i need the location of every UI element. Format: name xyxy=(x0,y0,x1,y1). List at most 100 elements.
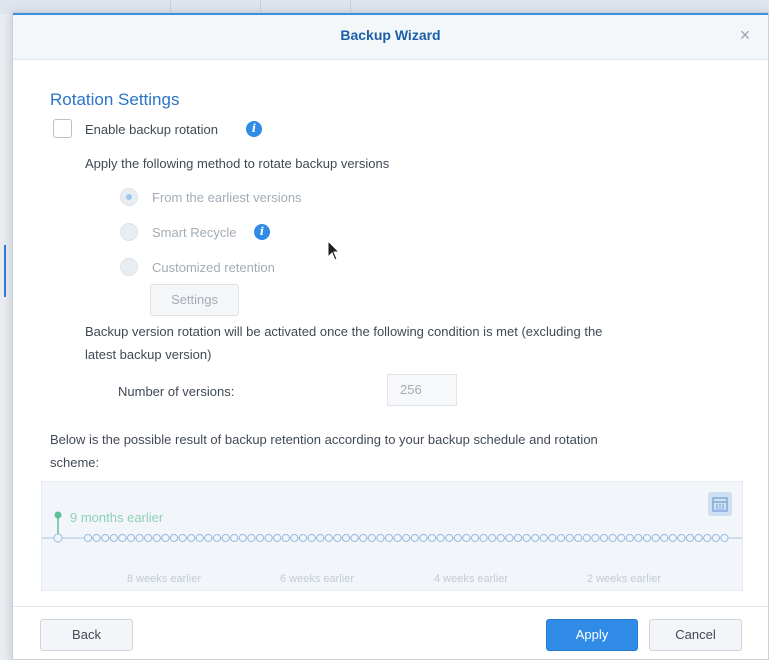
radio-customized-retention-label: Customized retention xyxy=(152,260,275,275)
timeline-tick-label: 4 weeks earlier xyxy=(434,573,508,585)
cancel-button[interactable]: Cancel xyxy=(649,619,742,651)
timeline-bead xyxy=(204,533,213,543)
timeline-bead xyxy=(711,533,720,543)
timeline-bead xyxy=(359,533,368,543)
close-icon[interactable]: × xyxy=(734,24,756,46)
retention-timeline: 9 months earlier 8 weeks earlier 6 weeks… xyxy=(41,481,743,591)
info-icon[interactable]: i xyxy=(254,224,270,240)
timeline-bead xyxy=(230,533,239,543)
timeline-bead xyxy=(178,533,187,543)
timeline-bead xyxy=(195,533,204,543)
timeline-bead xyxy=(53,533,63,543)
timeline-bead xyxy=(617,533,626,543)
condition-text-line1: Backup version rotation will be activate… xyxy=(85,324,603,339)
radio-smart-recycle[interactable] xyxy=(120,223,138,241)
timeline-bead xyxy=(488,533,497,543)
timeline-bead xyxy=(591,533,600,543)
radio-from-earliest-label: From the earliest versions xyxy=(152,190,302,205)
timeline-bead xyxy=(169,533,179,543)
timeline-bead xyxy=(161,533,170,543)
calendar-icon[interactable] xyxy=(708,492,732,516)
timeline-bead xyxy=(505,533,514,543)
result-text-line2: scheme: xyxy=(50,455,100,470)
timeline-bead xyxy=(453,533,462,543)
enable-rotation-checkbox[interactable] xyxy=(53,119,72,138)
timeline-bead xyxy=(316,533,325,543)
timeline-bead xyxy=(393,533,402,543)
timeline-bead xyxy=(556,533,566,543)
timeline-bead xyxy=(264,533,273,543)
timeline-bead xyxy=(402,533,411,543)
background-selection-edge xyxy=(4,245,6,297)
timeline-bead xyxy=(221,533,230,543)
timeline-bead xyxy=(522,533,531,543)
timeline-bead xyxy=(625,533,634,543)
timeline-marker-dot xyxy=(54,511,62,519)
timeline-bead xyxy=(462,533,471,543)
timeline-bead xyxy=(470,533,480,543)
timeline-bead xyxy=(247,533,256,543)
timeline-bead xyxy=(574,533,583,543)
timeline-bead xyxy=(427,533,437,543)
timeline-bead xyxy=(685,533,695,543)
timeline-bead xyxy=(333,533,342,543)
timeline-bead xyxy=(126,533,136,543)
timeline-bead xyxy=(384,533,394,543)
timeline-bead xyxy=(92,533,101,543)
timeline-bead xyxy=(187,533,196,543)
radio-customized-retention[interactable] xyxy=(120,258,138,276)
timeline-bead xyxy=(548,533,557,543)
enable-rotation-label[interactable]: Enable backup rotation xyxy=(85,122,218,137)
timeline-bead xyxy=(565,533,574,543)
timeline-bead xyxy=(445,533,454,543)
timeline-bead xyxy=(513,533,523,543)
timeline-bead xyxy=(144,533,153,543)
settings-button[interactable]: Settings xyxy=(150,284,239,316)
timeline-bead xyxy=(410,533,419,543)
dialog-footer: Back Apply Cancel xyxy=(13,606,768,659)
timeline-bead xyxy=(212,533,222,543)
timeline-bead xyxy=(582,533,591,543)
timeline-bead xyxy=(307,533,316,543)
condition-text-line2: latest backup version) xyxy=(85,347,212,362)
timeline-bead xyxy=(599,533,609,543)
timeline-bead xyxy=(694,533,703,543)
timeline-bead xyxy=(290,533,299,543)
versions-label: Number of versions: xyxy=(118,384,235,399)
dialog-title: Backup Wizard xyxy=(340,27,441,43)
radio-from-earliest[interactable] xyxy=(120,188,138,206)
timeline-bead xyxy=(436,533,445,543)
timeline-bead xyxy=(539,533,548,543)
timeline-bead xyxy=(273,533,282,543)
backup-wizard-dialog: Backup Wizard × Rotation Settings Enable… xyxy=(12,12,769,660)
timeline-bead xyxy=(660,533,669,543)
timeline-bead xyxy=(496,533,505,543)
back-button[interactable]: Back xyxy=(40,619,133,651)
section-title: Rotation Settings xyxy=(50,90,180,109)
timeline-bead xyxy=(720,533,729,543)
timeline-bead xyxy=(634,533,643,543)
versions-input[interactable]: 256 xyxy=(387,374,457,406)
radio-smart-recycle-label: Smart Recycle xyxy=(152,225,237,240)
calendar-glyph xyxy=(712,497,728,512)
method-intro-text: Apply the following method to rotate bac… xyxy=(85,156,390,171)
timeline-bead xyxy=(324,533,333,543)
timeline-bead xyxy=(642,533,652,543)
timeline-bead xyxy=(350,533,359,543)
timeline-bead xyxy=(341,533,351,543)
timeline-tick-label: 2 weeks earlier xyxy=(587,573,661,585)
timeline-bead xyxy=(238,533,247,543)
timeline-bead xyxy=(109,533,118,543)
timeline-bead xyxy=(255,533,265,543)
timeline-bead xyxy=(668,533,677,543)
info-icon[interactable]: i xyxy=(246,121,262,137)
timeline-bead xyxy=(608,533,617,543)
dialog-titlebar: Backup Wizard × xyxy=(13,13,768,60)
timeline-bead xyxy=(479,533,488,543)
timeline-bead xyxy=(281,533,290,543)
timeline-bead xyxy=(101,533,110,543)
apply-button[interactable]: Apply xyxy=(546,619,638,651)
timeline-bead xyxy=(677,533,686,543)
timeline-bead xyxy=(152,533,161,543)
timeline-beads xyxy=(53,533,729,543)
